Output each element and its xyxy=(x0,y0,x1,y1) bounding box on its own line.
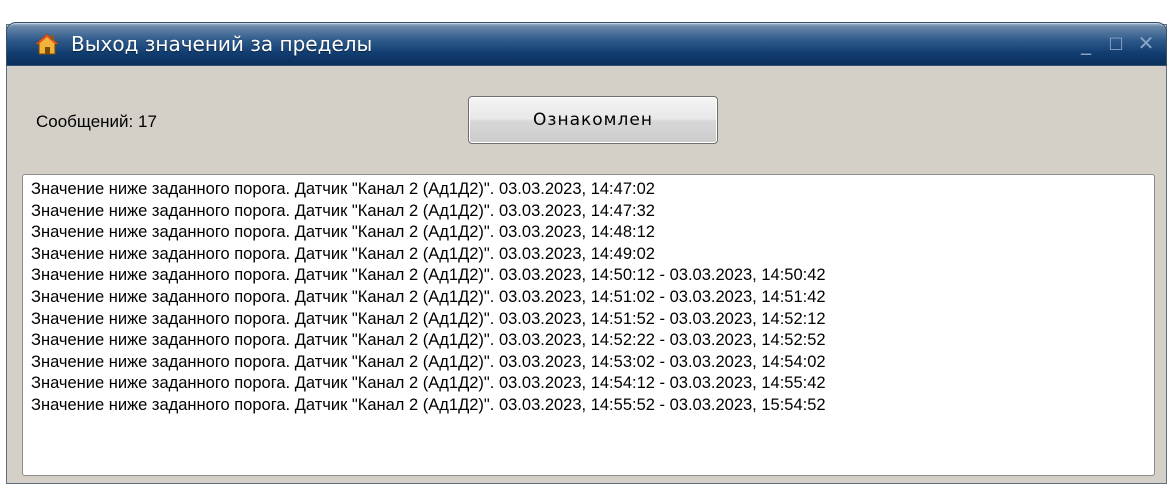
list-item[interactable]: Значение ниже заданного порога. Датчик "… xyxy=(31,265,1154,287)
list-item[interactable]: Значение ниже заданного порога. Датчик "… xyxy=(31,309,1154,331)
message-count-label: Сообщений: 17 xyxy=(36,112,157,131)
acknowledge-button[interactable]: Ознакомлен xyxy=(468,96,718,144)
window-title: Выход значений за пределы xyxy=(71,32,373,56)
message-log[interactable]: Значение ниже заданного порога. Датчик "… xyxy=(22,174,1155,476)
minimize-button[interactable]: _ xyxy=(1075,31,1097,55)
list-item[interactable]: Значение ниже заданного порога. Датчик "… xyxy=(31,201,1154,223)
list-item[interactable]: Значение ниже заданного порога. Датчик "… xyxy=(31,287,1154,309)
home-icon xyxy=(34,32,60,56)
list-item[interactable]: Значение ниже заданного порога. Датчик "… xyxy=(31,352,1154,374)
list-item[interactable]: Значение ниже заданного порога. Датчик "… xyxy=(31,179,1154,201)
list-item[interactable]: Значение ниже заданного порога. Датчик "… xyxy=(31,222,1154,244)
list-item[interactable]: Значение ниже заданного порога. Датчик "… xyxy=(31,395,1154,417)
maximize-button[interactable]: □ xyxy=(1105,31,1127,55)
list-item[interactable]: Значение ниже заданного порога. Датчик "… xyxy=(31,373,1154,395)
title-bar[interactable]: Выход значений за пределы _ □ ✕ xyxy=(6,22,1167,66)
close-button[interactable]: ✕ xyxy=(1135,31,1157,55)
message-list: Значение ниже заданного порога. Датчик "… xyxy=(23,175,1154,417)
list-item[interactable]: Значение ниже заданного порога. Датчик "… xyxy=(31,330,1154,352)
list-item[interactable]: Значение ниже заданного порога. Датчик "… xyxy=(31,244,1154,266)
